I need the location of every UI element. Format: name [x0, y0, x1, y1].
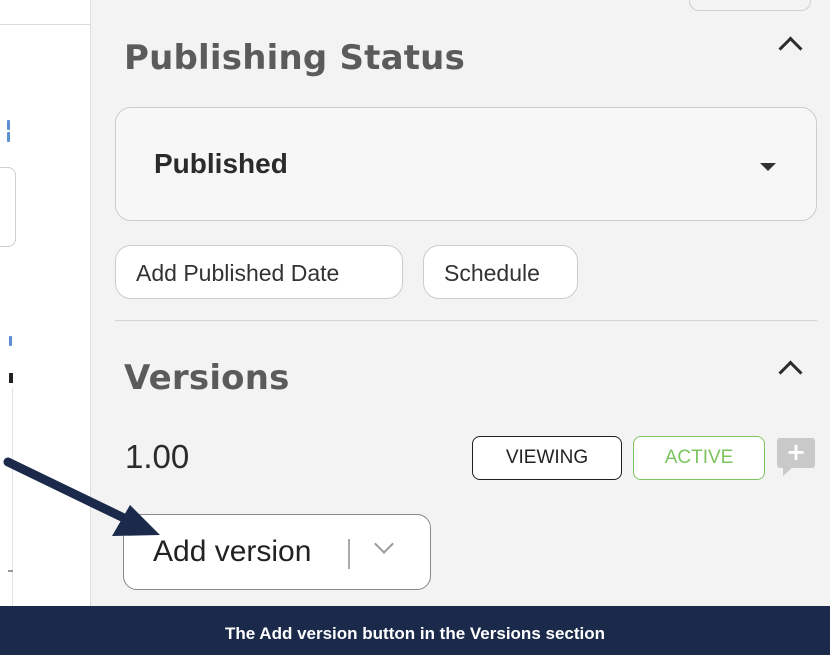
add-comment-icon[interactable]: +	[777, 438, 815, 476]
publishing-status-title: Publishing Status	[124, 38, 466, 78]
add-version-button[interactable]: Add version	[123, 514, 431, 590]
link-fragment	[9, 336, 12, 346]
split-separator	[348, 539, 350, 569]
text-fragment	[9, 373, 13, 383]
schedule-button[interactable]: Schedule	[423, 245, 578, 299]
chevron-up-icon[interactable]	[778, 36, 803, 61]
link-fragment	[7, 120, 10, 130]
plus-icon: +	[785, 438, 807, 466]
active-badge: ACTIVE	[633, 436, 765, 480]
caption-text: The Add version button in the Versions s…	[224, 624, 606, 643]
add-published-date-button[interactable]: Add Published Date	[115, 245, 403, 299]
section-divider	[115, 320, 817, 321]
add-version-label: Add version	[153, 535, 312, 568]
selected-status: Published	[154, 148, 288, 179]
input-field-edge	[0, 167, 16, 247]
panel-top-control-edge	[689, 0, 811, 11]
divider	[12, 388, 13, 606]
caption-bar: The Add version button in the Versions s…	[0, 606, 830, 655]
main-content-edge	[0, 0, 90, 606]
chevron-up-icon[interactable]	[778, 360, 803, 385]
chevron-down-icon[interactable]	[374, 534, 394, 554]
version-number: 1.00	[125, 438, 190, 475]
side-panel: Publishing Status Published Add Publishe…	[90, 0, 830, 606]
text-fragment	[8, 570, 13, 572]
versions-title: Versions	[124, 358, 290, 398]
publishing-status-select[interactable]: Published	[115, 107, 817, 221]
viewing-badge: VIEWING	[472, 436, 622, 480]
caret-down-icon	[760, 163, 776, 171]
link-fragment	[7, 132, 10, 142]
divider	[0, 24, 90, 25]
